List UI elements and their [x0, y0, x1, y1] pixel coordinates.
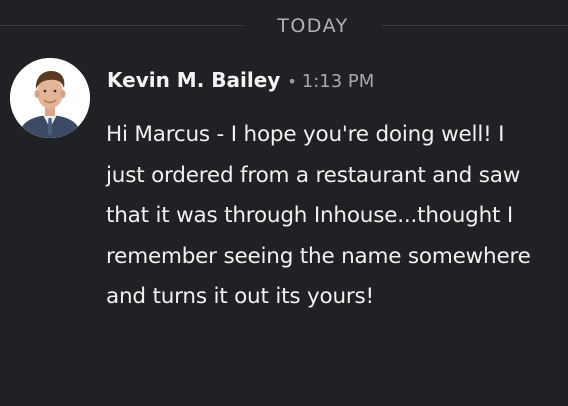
date-divider: TODAY: [0, 0, 568, 52]
message-timestamp: 1:13 PM: [301, 71, 375, 92]
avatar[interactable]: [10, 58, 90, 138]
date-divider-label: TODAY: [277, 15, 349, 37]
message-text: Hi Marcus - I hope you're doing well! I …: [106, 122, 531, 309]
chat-message: Kevin M. Bailey • 1:13 PM Hi Marcus - I ho…: [0, 52, 568, 406]
divider-line-right: [382, 25, 568, 26]
author-name[interactable]: Kevin M. Bailey: [107, 68, 280, 92]
profile-photo-icon: [10, 58, 90, 138]
separator-dot: •: [287, 72, 297, 91]
message-header: Kevin M. Bailey • 1:13 PM: [107, 65, 374, 95]
divider-line-left: [0, 25, 244, 26]
